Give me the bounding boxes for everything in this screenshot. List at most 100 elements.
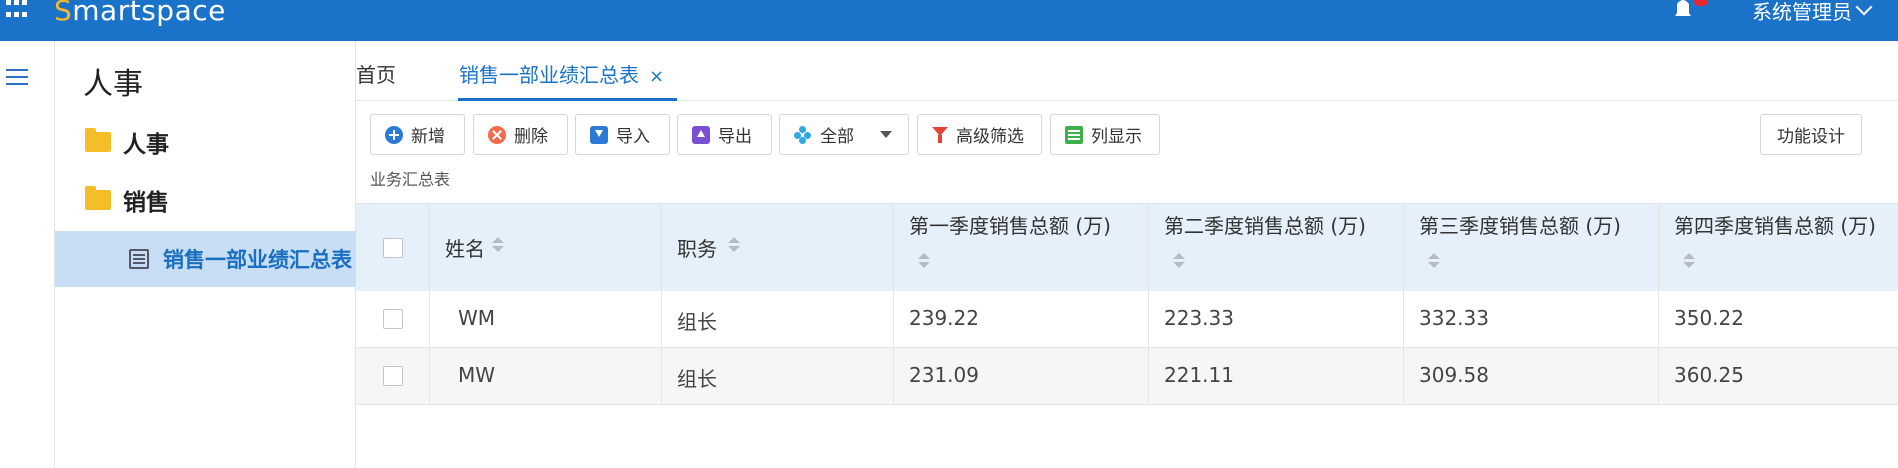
- design-button[interactable]: 功能设计: [1760, 114, 1862, 155]
- filter-icon: [932, 126, 948, 144]
- columns-icon: [1065, 125, 1083, 144]
- column-header-label: 第三季度销售总额 (万): [1419, 214, 1621, 238]
- sort-icon[interactable]: [1683, 253, 1695, 269]
- sort-icon[interactable]: [492, 237, 504, 253]
- sort-icon[interactable]: [728, 237, 740, 253]
- table-cell: 360.25: [1659, 348, 1898, 404]
- plus-icon: [385, 125, 403, 144]
- row-checkbox[interactable]: [383, 309, 403, 329]
- advanced-filter-button[interactable]: 高级筛选: [917, 114, 1042, 155]
- header-q4[interactable]: 第四季度销售总额 (万): [1659, 204, 1898, 291]
- cell-value: 239.22: [909, 306, 979, 330]
- sidebar-item-label: 销售一部业绩汇总表: [163, 248, 352, 272]
- logo-letter: S: [54, 0, 73, 27]
- table-cell: 239.22: [894, 291, 1149, 347]
- sidebar: 人事 人事 销售 销售一部业绩汇总表: [55, 41, 356, 468]
- columns-button-label: 列显示: [1091, 127, 1142, 147]
- cell-value: MW: [458, 363, 496, 387]
- table-cell: 组长: [662, 348, 894, 404]
- table-cell: 223.33: [1149, 291, 1404, 347]
- table-cell: 350.22: [1659, 291, 1898, 347]
- cell-value: 360.25: [1674, 363, 1744, 387]
- table-row[interactable]: WM 组长 239.22 223.33 332.33 350.22: [356, 291, 1898, 348]
- cell-value: 332.33: [1419, 306, 1489, 330]
- sidebar-item-label: 人事: [123, 132, 169, 158]
- header-q2[interactable]: 第二季度销售总额 (万): [1149, 204, 1404, 291]
- table-cell: 309.58: [1404, 348, 1659, 404]
- hamburger-menu-icon[interactable]: [6, 69, 28, 85]
- column-header-label: 职务: [677, 237, 717, 261]
- sidebar-item-label: 销售: [123, 190, 169, 216]
- advanced-filter-label: 高级筛选: [956, 127, 1024, 147]
- table-header: 姓名 职务 第一季度销售总额 (万) 第二季度销售总额 (万) 第三季度销售总额…: [356, 203, 1898, 291]
- add-button-label: 新增: [411, 127, 445, 147]
- row-checkbox-cell: [356, 348, 430, 404]
- cell-value: 组长: [677, 310, 717, 334]
- header-q1[interactable]: 第一季度销售总额 (万): [894, 204, 1149, 291]
- tab-home[interactable]: 首页: [356, 59, 396, 88]
- delete-button[interactable]: 删除: [473, 114, 568, 155]
- bell-icon[interactable]: [1672, 0, 1694, 16]
- delete-button-label: 删除: [514, 127, 548, 147]
- close-icon[interactable]: ×: [649, 66, 664, 87]
- sidebar-title: 人事: [83, 67, 143, 102]
- folder-icon: [85, 128, 111, 152]
- row-checkbox[interactable]: [383, 366, 403, 386]
- import-button[interactable]: 导入: [575, 114, 670, 155]
- apps-grid-icon[interactable]: [6, 0, 30, 20]
- cell-value: 组长: [677, 367, 717, 391]
- add-button[interactable]: 新增: [370, 114, 465, 155]
- tab-bar: 首页 销售一部业绩汇总表 ×: [356, 41, 1898, 101]
- table-cell: 231.09: [894, 348, 1149, 404]
- select-all-checkbox[interactable]: [383, 238, 403, 258]
- import-icon: [590, 125, 608, 144]
- notification-badge: [1694, 0, 1708, 6]
- active-tab-indicator: [458, 98, 677, 101]
- export-icon: [692, 125, 710, 144]
- logo: Smartspace: [54, 0, 226, 27]
- export-button-label: 导出: [718, 127, 752, 147]
- header-position[interactable]: 职务: [662, 204, 894, 291]
- table-cell: 332.33: [1404, 291, 1659, 347]
- sort-icon[interactable]: [1428, 253, 1440, 269]
- table-cell: 组长: [662, 291, 894, 347]
- left-rail: [0, 41, 55, 468]
- sort-icon[interactable]: [1173, 253, 1185, 269]
- table-cell: WM: [430, 291, 662, 347]
- delete-icon: [488, 125, 506, 144]
- row-checkbox-cell: [356, 291, 430, 347]
- header-checkbox-cell: [356, 204, 430, 291]
- table-row[interactable]: MW 组长 231.09 221.11 309.58 360.25: [356, 348, 1898, 405]
- export-button[interactable]: 导出: [677, 114, 772, 155]
- cell-value: WM: [458, 306, 496, 330]
- sidebar-item-sales[interactable]: 销售: [55, 172, 356, 228]
- top-bar: Smartspace 系统管理员: [0, 0, 1898, 41]
- sidebar-item-hr[interactable]: 人事: [55, 114, 356, 170]
- user-menu[interactable]: 系统管理员: [1752, 0, 1873, 25]
- scope-icon: [794, 125, 812, 144]
- table-caption: 业务汇总表: [370, 170, 451, 189]
- caret-down-icon: [880, 131, 892, 138]
- list-icon: [129, 249, 149, 269]
- header-name[interactable]: 姓名: [430, 204, 662, 291]
- column-header-label: 姓名: [445, 237, 485, 261]
- cell-value: 309.58: [1419, 363, 1489, 387]
- column-header-label: 第二季度销售总额 (万): [1164, 214, 1366, 238]
- tab-label: 销售一部业绩汇总表: [459, 63, 639, 87]
- cell-value: 221.11: [1164, 363, 1234, 387]
- header-q3[interactable]: 第三季度销售总额 (万): [1404, 204, 1659, 291]
- scope-select-label: 全部: [820, 127, 854, 147]
- columns-button[interactable]: 列显示: [1050, 114, 1160, 155]
- logo-text: martspace: [72, 0, 226, 27]
- column-header-label: 第四季度销售总额 (万): [1674, 214, 1876, 238]
- scope-select[interactable]: 全部: [779, 114, 909, 155]
- column-header-label: 第一季度销售总额 (万): [909, 214, 1111, 238]
- cell-value: 350.22: [1674, 306, 1744, 330]
- cell-value: 223.33: [1164, 306, 1234, 330]
- table-cell: 221.11: [1149, 348, 1404, 404]
- import-button-label: 导入: [616, 127, 650, 147]
- table-cell: MW: [430, 348, 662, 404]
- sidebar-item-sales-summary[interactable]: 销售一部业绩汇总表: [55, 231, 356, 287]
- tab-sales-summary[interactable]: 销售一部业绩汇总表 ×: [459, 59, 664, 88]
- sort-icon[interactable]: [918, 253, 930, 269]
